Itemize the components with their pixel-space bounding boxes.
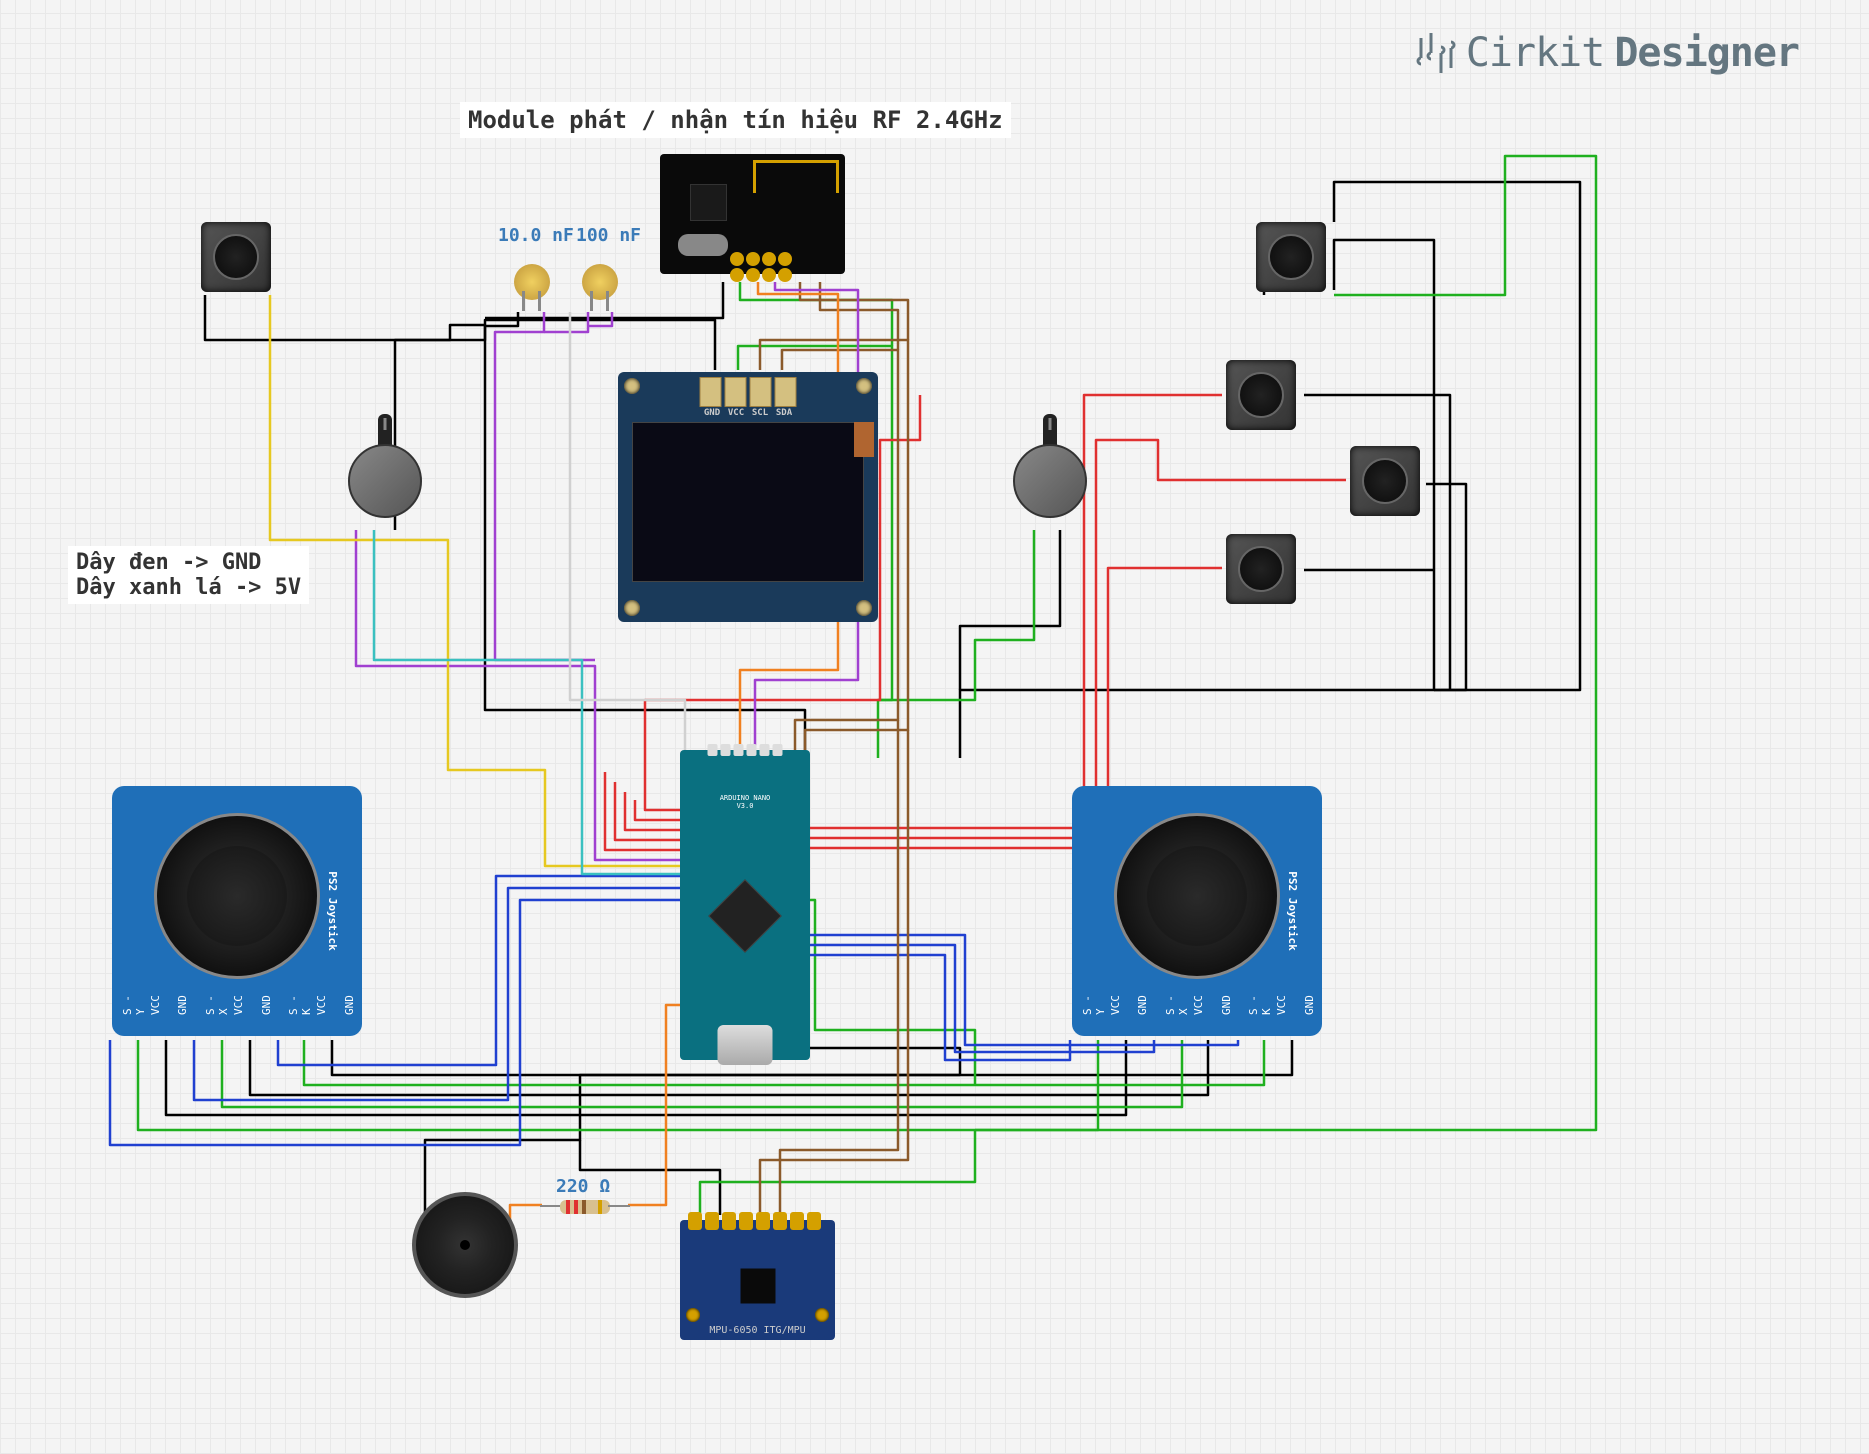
logo-icon <box>1416 33 1456 73</box>
button-right-3 <box>1226 534 1296 604</box>
buzzer <box>410 1190 520 1300</box>
mpu6050-module: MPU-6050 ITG/MPU <box>680 1220 835 1340</box>
joy-stick-cap <box>154 813 320 979</box>
joystick-left-pins: S - Y VCC GND S - X VCC GND S - K VCC GN… <box>112 992 378 1036</box>
wire-layer <box>0 0 1869 1454</box>
resistor-220 <box>540 1196 630 1216</box>
capacitor-1 <box>512 256 552 311</box>
mpu-label: MPU-6050 ITG/MPU <box>709 1325 805 1336</box>
potentiometer-right <box>1012 414 1087 524</box>
potentiometer-left <box>347 414 422 524</box>
resistor-label: 220 Ω <box>556 1176 610 1197</box>
joy-stick-cap <box>1114 813 1280 979</box>
diagram-title: Module phát / nhận tín hiệu RF 2.4GHz <box>460 102 1011 138</box>
cap-2-label: 100 nF <box>576 225 641 246</box>
legend-line-1: Dây đen -> GND <box>76 550 301 575</box>
joystick-left: PS2 Joystick S - Y VCC GND S - X VCC GND… <box>112 786 362 1036</box>
legend-line-2: Dây xanh lá -> 5V <box>76 575 301 600</box>
joystick-label: PS2 Joystick <box>1286 871 1299 950</box>
logo-product: Designer <box>1614 30 1799 76</box>
joystick-right: PS2 Joystick S - Y VCC GND S - X VCC GND… <box>1072 786 1322 1036</box>
joystick-right-pins: S - Y VCC GND S - X VCC GND S - K VCC GN… <box>1072 992 1338 1036</box>
button-top-right <box>1256 222 1326 292</box>
button-top-left <box>201 222 271 292</box>
nano-label: ARDUINO NANO V3.0 <box>713 794 778 811</box>
capacitor-2 <box>580 256 620 311</box>
oled-display: GND VCC SCL SDA <box>618 372 878 622</box>
button-right-2 <box>1350 446 1420 516</box>
arduino-nano: ARDUINO NANO V3.0 <box>680 750 810 1060</box>
button-right-1 <box>1226 360 1296 430</box>
joystick-label: PS2 Joystick <box>326 871 339 950</box>
logo-brand: Cirkit <box>1466 30 1605 76</box>
cap-1-label: 10.0 nF <box>498 225 574 246</box>
nrf24l01-module <box>660 154 845 274</box>
logo: Cirkit Designer <box>1416 30 1799 76</box>
wire-legend: Dây đen -> GND Dây xanh lá -> 5V <box>68 546 309 604</box>
